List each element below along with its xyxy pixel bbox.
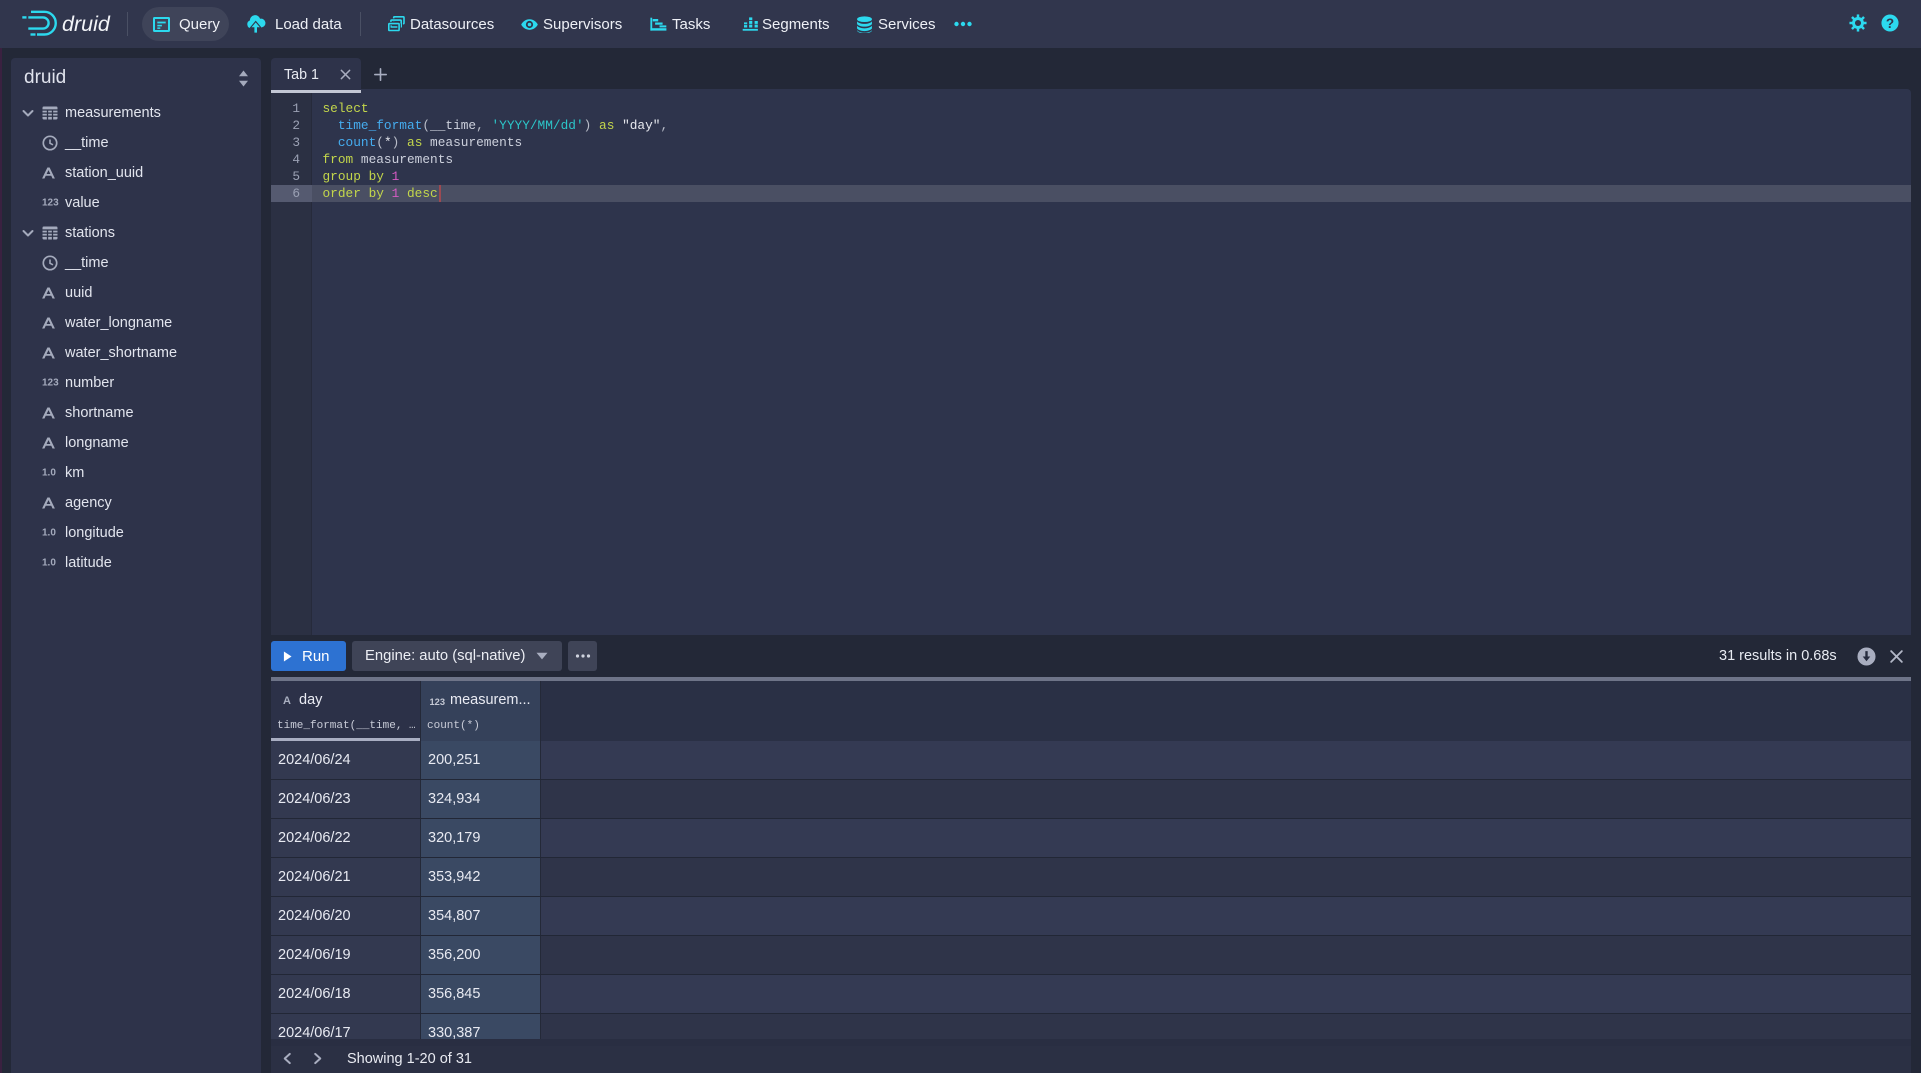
svg-text:?: ? (1886, 16, 1894, 31)
